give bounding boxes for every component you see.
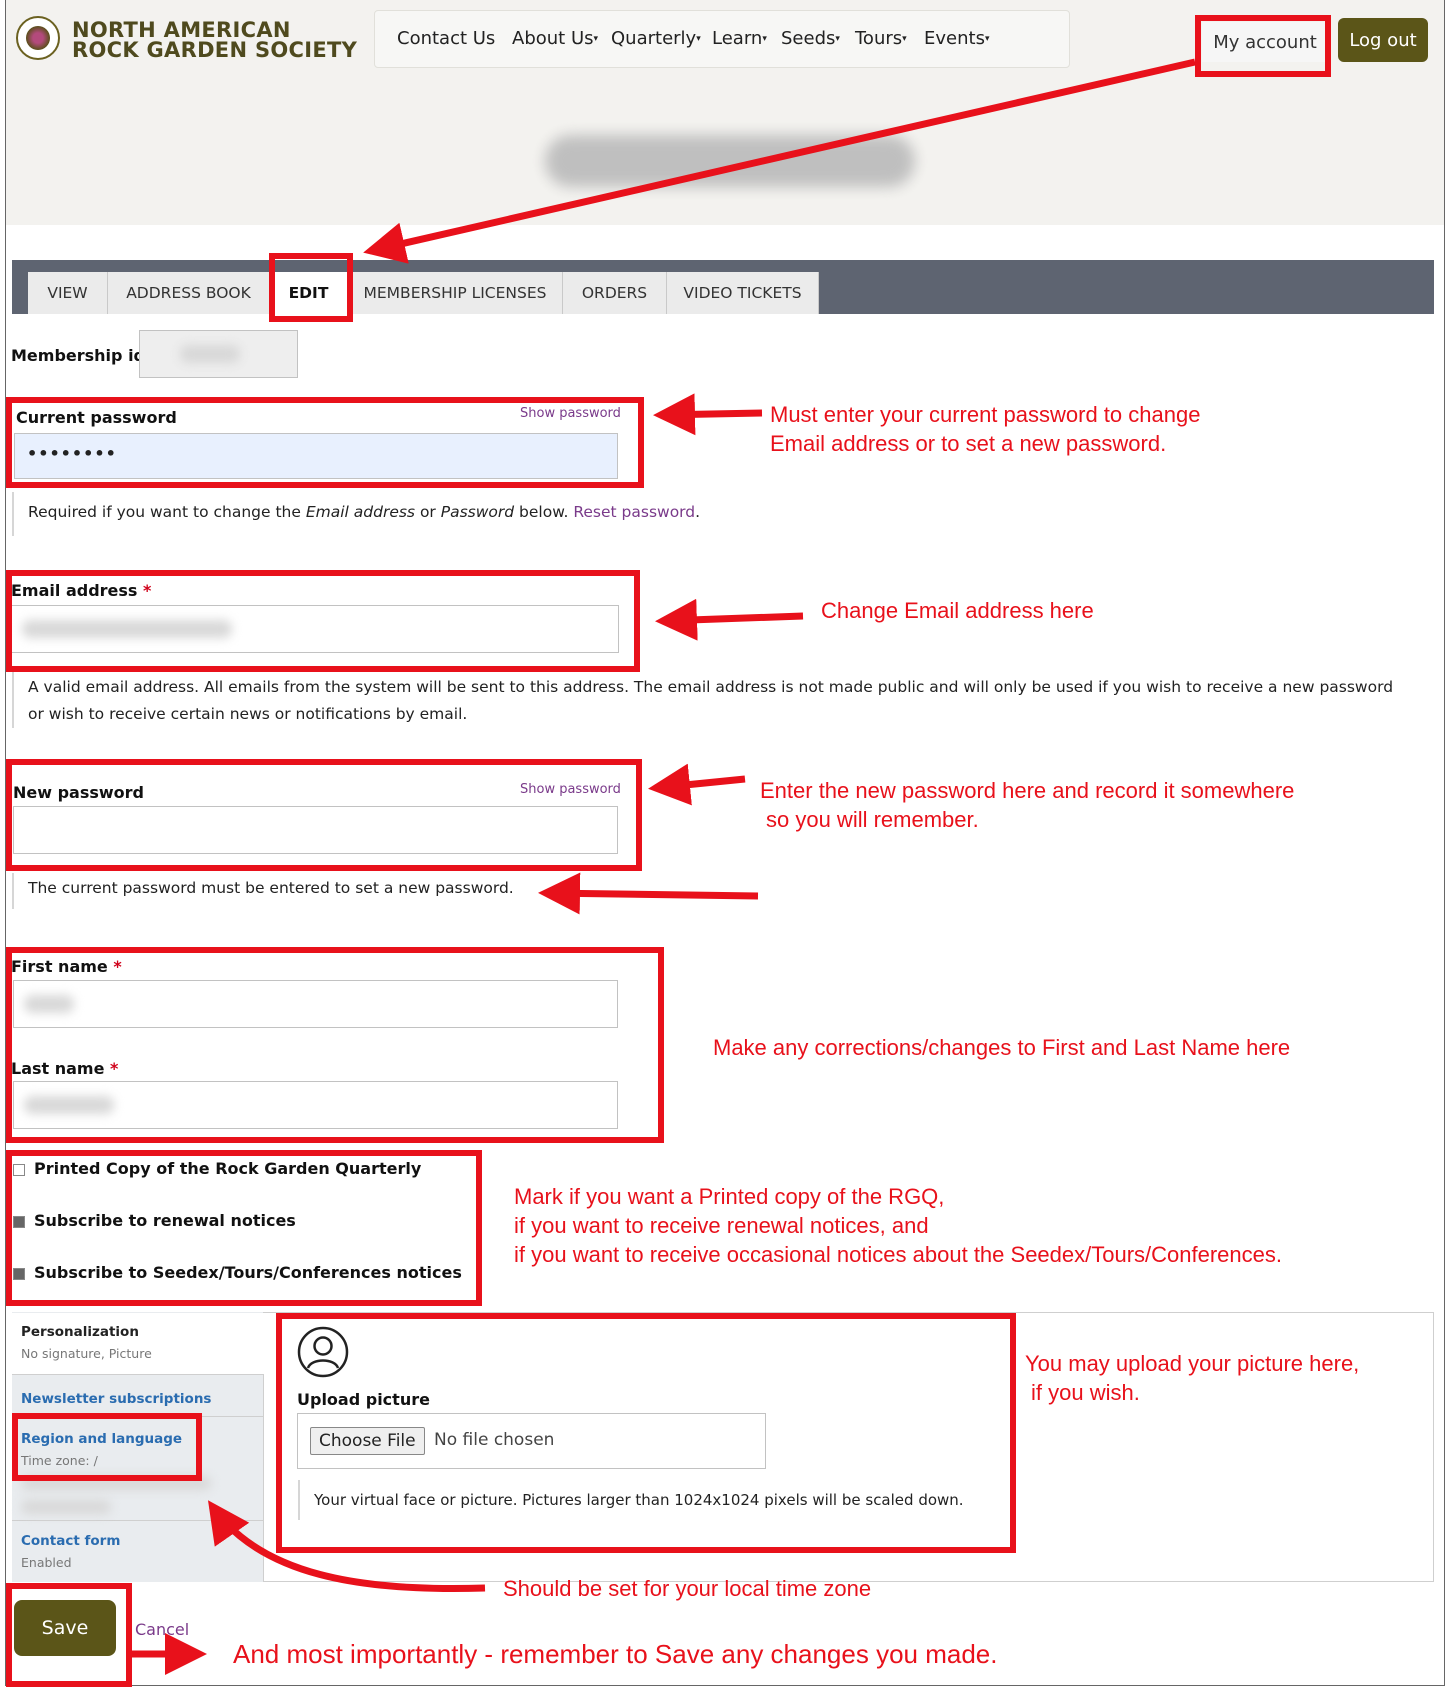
annotation-current-password-2: Email address or to set a new password. <box>770 431 1167 456</box>
annotation-save: And most importantly - remember to Save … <box>233 1639 998 1669</box>
annotation-email: Change Email address here <box>821 598 1094 623</box>
annotation-checkboxes-2: if you want to receive renewal notices, … <box>514 1213 929 1238</box>
annotation-picture-2: if you wish. <box>1031 1380 1140 1405</box>
annotation-picture-1: You may upload your picture here, <box>1025 1351 1360 1376</box>
arrow-new-password-desc <box>538 872 759 915</box>
arrow-timezone <box>207 1500 486 1593</box>
arrow-to-edit-tab <box>363 58 1196 264</box>
annotation-current-password-1: Must enter your current password to chan… <box>770 402 1201 427</box>
arrow-email <box>655 598 804 641</box>
annotation-arrows <box>131 58 1196 1675</box>
annotation-timezone: Should be set for your local time zone <box>503 1576 872 1601</box>
annotation-checkboxes-1: Mark if you want a Printed copy of the R… <box>514 1184 945 1209</box>
annotation-checkboxes-3: if you want to receive occasional notice… <box>514 1242 1283 1267</box>
annotation-new-password-1: Enter the new password here and record i… <box>760 778 1295 803</box>
annotation-new-password-2: so you will remember. <box>766 807 979 832</box>
arrow-current-password <box>653 393 763 436</box>
annotation-names: Make any corrections/changes to First an… <box>713 1035 1291 1060</box>
arrow-new-password <box>648 763 746 806</box>
